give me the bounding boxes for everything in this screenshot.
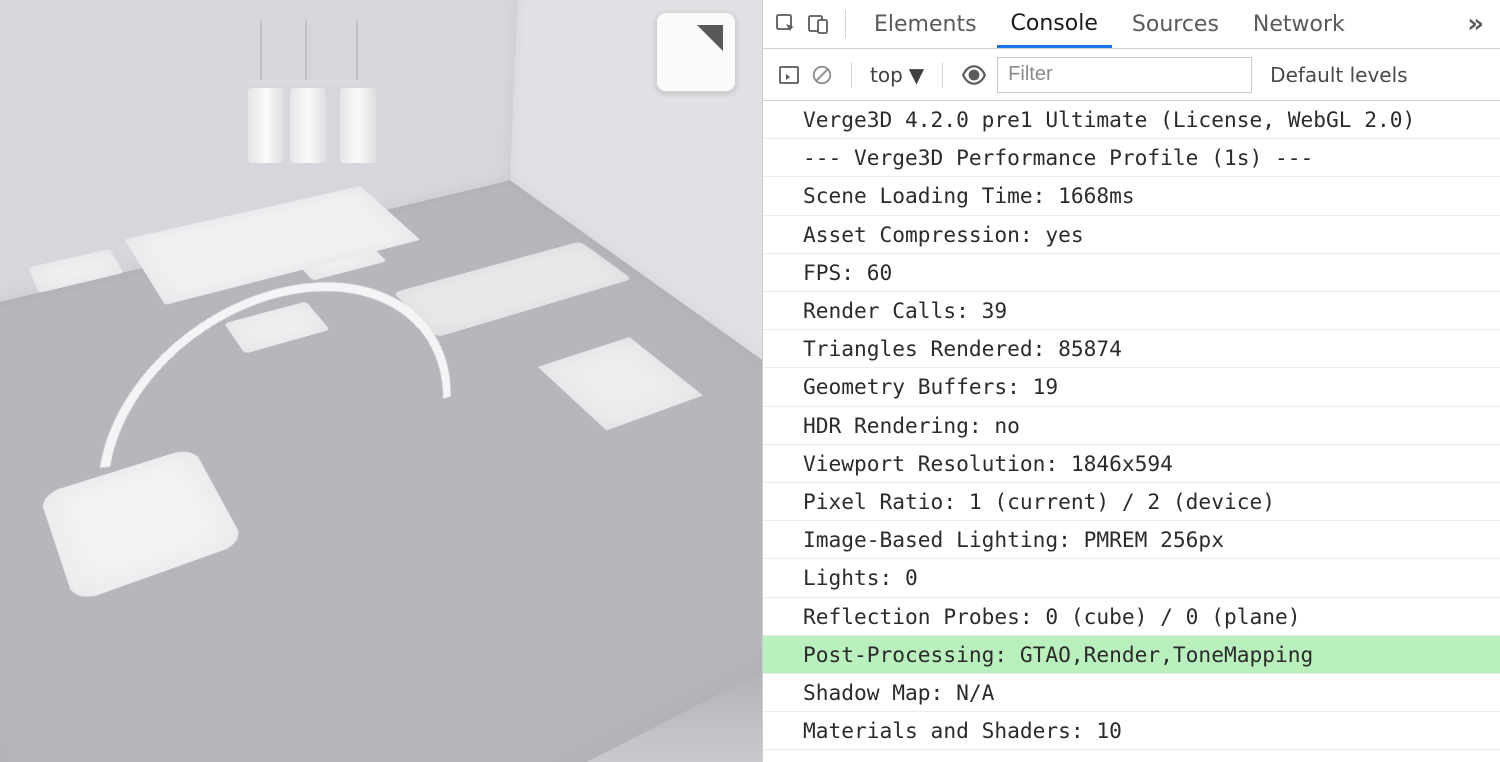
console-line: Triangles Rendered: 85874	[763, 330, 1500, 368]
console-sidebar-toggle-icon[interactable]	[777, 63, 801, 87]
console-line: Image-Based Lighting: PMREM 256px	[763, 521, 1500, 559]
tab-elements[interactable]: Elements	[860, 2, 991, 46]
execution-context-selector[interactable]: top ▼	[870, 63, 924, 87]
console-line: Geometry Buffers: 19	[763, 368, 1500, 406]
inspect-icon[interactable]	[773, 11, 799, 37]
console-line: Pixel Ratio: 1 (current) / 2 (device)	[763, 483, 1500, 521]
view-cube-widget[interactable]	[656, 12, 736, 92]
console-line: --- Verge3D Performance Profile (1s) ---	[763, 139, 1500, 177]
webgl-viewport[interactable]	[0, 0, 762, 762]
clear-console-icon[interactable]	[811, 64, 833, 86]
console-line: Reflection Probes: 0 (cube) / 0 (plane)	[763, 598, 1500, 636]
tab-network[interactable]: Network	[1239, 2, 1359, 46]
console-line: Shadow Map: N/A	[763, 674, 1500, 712]
devtools-panel: Elements Console Sources Network » top ▼	[762, 0, 1500, 762]
console-line: FPS: 60	[763, 254, 1500, 292]
context-label: top	[870, 63, 903, 87]
console-toolbar: top ▼ Default levels	[763, 49, 1500, 101]
live-expression-icon[interactable]	[961, 62, 987, 88]
console-line: Asset Compression: yes	[763, 216, 1500, 254]
console-line: HDR Rendering: no	[763, 407, 1500, 445]
console-line: Scene Loading Time: 1668ms	[763, 177, 1500, 215]
tab-console[interactable]: Console	[997, 1, 1112, 48]
console-line: Viewport Resolution: 1846x594	[763, 445, 1500, 483]
device-toggle-icon[interactable]	[805, 11, 831, 37]
chevron-down-icon: ▼	[909, 63, 924, 87]
console-line: Post-Processing: GTAO,Render,ToneMapping	[763, 636, 1500, 674]
log-levels-selector[interactable]: Default levels	[1270, 63, 1407, 87]
console-line: Verge3D 4.2.0 pre1 Ultimate (License, We…	[763, 101, 1500, 139]
filter-input[interactable]	[997, 57, 1252, 93]
console-line: Lights: 0	[763, 559, 1500, 597]
devtools-tabbar: Elements Console Sources Network »	[763, 0, 1500, 49]
more-tabs-icon[interactable]: »	[1467, 9, 1490, 39]
pendant-lights	[260, 30, 410, 200]
console-line: Render Calls: 39	[763, 292, 1500, 330]
console-line: Materials and Shaders: 10	[763, 712, 1500, 750]
tab-sources[interactable]: Sources	[1118, 2, 1233, 46]
console-output[interactable]: Verge3D 4.2.0 pre1 Ultimate (License, We…	[763, 101, 1500, 762]
